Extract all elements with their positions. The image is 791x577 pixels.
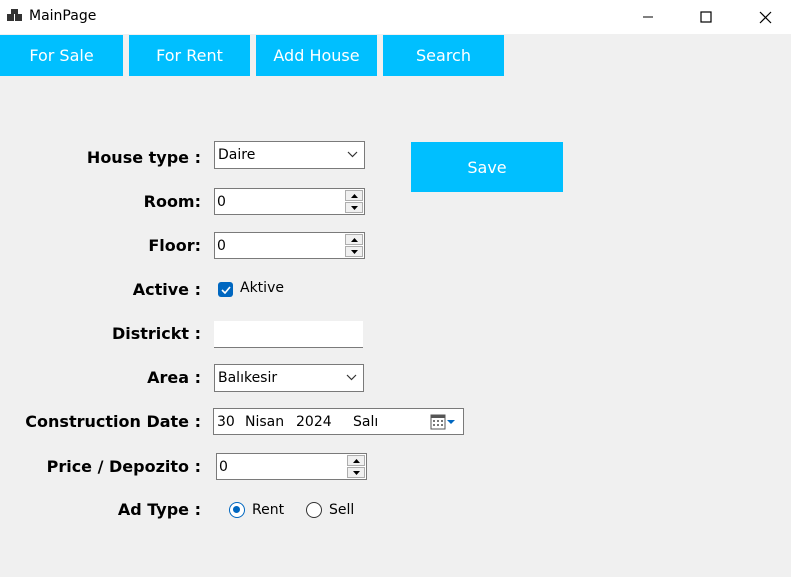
price-label: Price / Depozito : xyxy=(46,457,201,476)
active-checkbox-label[interactable]: Aktive xyxy=(240,280,284,296)
for-sale-button[interactable]: For Sale xyxy=(0,35,123,76)
chevron-down-icon xyxy=(346,374,357,381)
rent-radio[interactable] xyxy=(229,502,245,518)
for-rent-button[interactable]: For Rent xyxy=(129,35,250,76)
save-button[interactable]: Save xyxy=(411,142,563,192)
close-button[interactable] xyxy=(739,0,791,34)
floor-value: 0 xyxy=(217,238,226,254)
price-stepper[interactable]: 0 xyxy=(216,453,367,480)
room-stepper[interactable]: 0 xyxy=(214,188,365,215)
maximize-button[interactable] xyxy=(680,0,732,34)
floor-label: Floor: xyxy=(148,236,201,255)
room-decrement-button[interactable] xyxy=(345,202,363,213)
area-label: Area : xyxy=(147,368,201,387)
caret-up-icon xyxy=(350,193,358,198)
ad-type-label: Ad Type : xyxy=(117,500,201,519)
date-year: 2024 xyxy=(296,414,332,430)
price-increment-button[interactable] xyxy=(347,455,365,466)
active-checkbox[interactable] xyxy=(218,282,233,297)
search-button[interactable]: Search xyxy=(383,35,504,76)
title-bar: MainPage xyxy=(0,0,791,34)
district-input[interactable] xyxy=(214,321,363,348)
maximize-icon xyxy=(700,11,712,23)
chevron-down-icon xyxy=(347,151,358,158)
calendar-dropdown-icon[interactable] xyxy=(430,414,456,430)
floor-decrement-button[interactable] xyxy=(345,246,363,257)
price-value: 0 xyxy=(219,459,228,475)
minimize-button[interactable] xyxy=(622,0,674,34)
date-month: Nisan xyxy=(245,414,285,430)
house-type-dropdown[interactable]: Daire xyxy=(214,141,365,169)
checkmark-icon xyxy=(220,285,231,294)
house-type-label: House type : xyxy=(86,148,201,167)
date-weekday: Salı xyxy=(353,414,379,430)
price-decrement-button[interactable] xyxy=(347,467,365,478)
room-increment-button[interactable] xyxy=(345,190,363,201)
floor-stepper[interactable]: 0 xyxy=(214,232,365,259)
caret-up-icon xyxy=(352,458,360,463)
room-value: 0 xyxy=(217,194,226,210)
area-value: Balıkesir xyxy=(218,370,278,386)
area-dropdown[interactable]: Balıkesir xyxy=(214,364,364,392)
sell-radio-label[interactable]: Sell xyxy=(329,502,354,518)
construction-date-picker[interactable]: 30 Nisan 2024 Salı xyxy=(213,408,464,435)
window-title: MainPage xyxy=(29,8,97,24)
add-house-button[interactable]: Add House xyxy=(256,35,377,76)
district-label: Districkt : xyxy=(111,324,201,343)
date-day: 30 xyxy=(217,414,235,430)
app-window-icon xyxy=(7,9,22,21)
rent-radio-label[interactable]: Rent xyxy=(252,502,284,518)
caret-down-icon xyxy=(350,249,358,254)
sell-radio[interactable] xyxy=(306,502,322,518)
caret-down-icon xyxy=(352,470,360,475)
house-type-value: Daire xyxy=(218,147,256,163)
floor-increment-button[interactable] xyxy=(345,234,363,245)
room-label: Room: xyxy=(143,192,201,211)
caret-down-icon xyxy=(350,205,358,210)
caret-up-icon xyxy=(350,237,358,242)
close-icon xyxy=(759,11,771,23)
minimize-icon xyxy=(643,16,653,18)
active-label: Active : xyxy=(132,280,201,299)
construction-date-label: Construction Date : xyxy=(25,412,201,431)
